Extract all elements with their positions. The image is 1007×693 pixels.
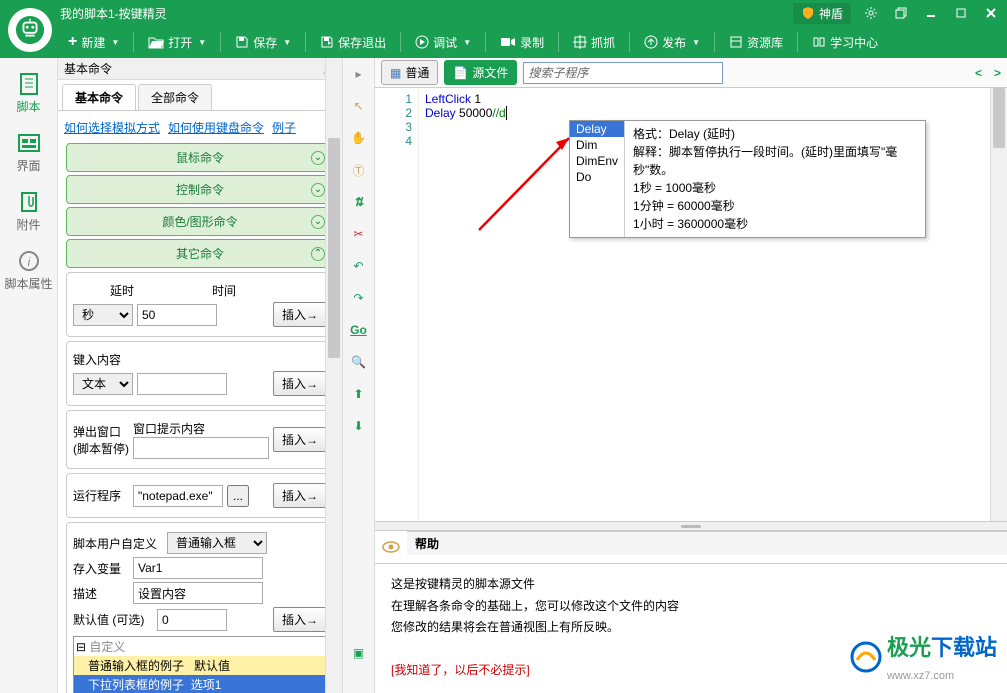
- cat-control[interactable]: 控制命令⌄: [66, 175, 334, 204]
- tab-normal-view[interactable]: ▦普通: [381, 60, 438, 85]
- close-icon[interactable]: [981, 3, 1001, 23]
- grab-button[interactable]: 抓抓: [565, 30, 623, 55]
- publish-button[interactable]: 发布▼: [636, 30, 708, 55]
- cat-color[interactable]: 颜色/图形命令⌄: [66, 207, 334, 236]
- shield-button[interactable]: 神盾: [793, 3, 851, 24]
- help-body: 这是按键精灵的脚本源文件 在理解各条命令的基础上，您可以修改这个文件的内容 您修…: [375, 563, 1007, 693]
- minimize-icon[interactable]: [921, 3, 941, 23]
- tool-swap-icon[interactable]: ⇅: [349, 192, 369, 212]
- tool-up-icon[interactable]: ⬆: [349, 384, 369, 404]
- var-input[interactable]: [133, 557, 263, 579]
- tool-expand-icon[interactable]: ▸: [349, 64, 369, 84]
- save-button[interactable]: 保存▼: [227, 30, 299, 55]
- insert-popup-button[interactable]: 插入→: [273, 427, 327, 452]
- cat-other[interactable]: 其它命令⌃: [66, 239, 334, 268]
- tool-hand-icon[interactable]: ✋: [349, 128, 369, 148]
- delay-unit-select[interactable]: 秒: [73, 304, 133, 326]
- learn-center-button[interactable]: 学习中心: [804, 30, 886, 55]
- tool-down-icon[interactable]: ⬇: [349, 416, 369, 436]
- record-button[interactable]: 录制: [492, 30, 552, 55]
- save-quit-button[interactable]: 保存退出: [312, 30, 394, 55]
- custom-type-select[interactable]: 普通输入框: [167, 532, 267, 554]
- link-sim-mode[interactable]: 如何选择模拟方式: [64, 119, 160, 136]
- tab-source-view[interactable]: 📄源文件: [444, 60, 517, 85]
- svg-text:i: i: [27, 255, 30, 269]
- main-toolbar: +新建▼ 打开▼ 保存▼ 保存退出 调试▼ 录制 抓抓 发布▼ 资源库 学习中心: [0, 26, 1007, 58]
- nav-script[interactable]: 脚本: [0, 64, 57, 123]
- autocomplete-tooltip: Delay Dim DimEnv Do 格式：Delay (延时) 解释：脚本暂…: [569, 120, 926, 238]
- search-sub-input[interactable]: [523, 62, 723, 84]
- link-keyboard[interactable]: 如何使用键盘命令: [168, 119, 264, 136]
- cat-mouse[interactable]: 鼠标命令⌄: [66, 143, 334, 172]
- editor-scrollbar[interactable]: [990, 88, 1007, 521]
- tool-cut-icon[interactable]: ✂: [349, 224, 369, 244]
- restore-icon[interactable]: [891, 3, 911, 23]
- delay-value-input[interactable]: [137, 304, 217, 326]
- watermark: 极光下载站www.xz7.com: [849, 628, 997, 687]
- nav-attach[interactable]: 附件: [0, 182, 57, 241]
- open-button[interactable]: 打开▼: [140, 30, 214, 55]
- app-logo: [8, 8, 52, 52]
- tab-basic-cmd[interactable]: 基本命令: [62, 84, 136, 110]
- nav-ui[interactable]: 界面: [0, 123, 57, 182]
- panel-scrollbar[interactable]: [325, 58, 342, 693]
- tool-text-icon[interactable]: Ⓣ: [349, 160, 369, 180]
- left-nav: 脚本 界面 附件 i脚本属性: [0, 58, 58, 693]
- browse-button[interactable]: ...: [227, 485, 249, 507]
- new-button[interactable]: +新建▼: [60, 29, 127, 55]
- annotation-arrow: [474, 130, 584, 240]
- help-header: 帮助: [407, 531, 1007, 555]
- group-popup: 弹出窗口(脚本暂停) 窗口提示内容 插入→: [66, 410, 334, 469]
- tab-all-cmd[interactable]: 全部命令: [138, 84, 212, 110]
- group-delay: 延时时间 秒 插入→: [66, 272, 334, 337]
- cmd-header: 基本命令: [64, 60, 112, 77]
- nav-prev-icon[interactable]: <: [975, 66, 982, 80]
- maximize-icon[interactable]: [951, 3, 971, 23]
- tool-record-icon[interactable]: ▣: [349, 643, 369, 663]
- nav-props[interactable]: i脚本属性: [0, 241, 57, 300]
- link-example[interactable]: 例子: [272, 119, 296, 136]
- eye-icon[interactable]: [381, 537, 401, 557]
- debug-button[interactable]: 调试▼: [407, 30, 479, 55]
- window-title: 我的脚本1-按键精灵: [60, 5, 167, 22]
- mid-toolbar: ▸ ↖ ✋ Ⓣ ⇅ ✂ ↶ ↷ Go 🔍 ⬆ ⬇ ▣: [343, 58, 375, 693]
- line-gutter: 1234: [375, 88, 419, 521]
- custom-tree[interactable]: ⊟ 自定义 普通输入框的例子 默认值 下拉列表框的例子 选项1 选项1: [73, 636, 327, 693]
- code-editor[interactable]: LeftClick 1 Delay 50000//d Delay Dim Dim…: [419, 88, 990, 521]
- tool-undo-icon[interactable]: ↶: [349, 256, 369, 276]
- tool-search-icon[interactable]: 🔍: [349, 352, 369, 372]
- settings-icon[interactable]: [861, 3, 881, 23]
- insert-keyin-button[interactable]: 插入→: [273, 371, 327, 396]
- keyin-type-select[interactable]: 文本: [73, 373, 133, 395]
- command-panel: 基本命令📌 基本命令 全部命令 如何选择模拟方式 如何使用键盘命令 例子 鼠标命…: [58, 58, 343, 693]
- editor-area: ▦普通 📄源文件 < > 1234 LeftClick 1 Delay 50000…: [375, 58, 1007, 693]
- group-run: 运行程序 ... 插入→: [66, 473, 334, 518]
- splitter[interactable]: [375, 521, 1007, 531]
- group-custom: 脚本用户自定义普通输入框 存入变量 描述 默认值 (可选)插入→ ⊟ 自定义 普…: [66, 522, 334, 693]
- nav-next-icon[interactable]: >: [994, 66, 1001, 80]
- insert-run-button[interactable]: 插入→: [273, 483, 327, 508]
- tool-go-icon[interactable]: Go: [349, 320, 369, 340]
- run-path-input[interactable]: [133, 485, 223, 507]
- desc-input[interactable]: [133, 582, 263, 604]
- insert-delay-button[interactable]: 插入→: [273, 302, 327, 327]
- tool-cursor-icon[interactable]: ↖: [349, 96, 369, 116]
- group-keyin: 键入内容 文本 插入→: [66, 341, 334, 406]
- tool-redo-icon[interactable]: ↷: [349, 288, 369, 308]
- resource-lib-button[interactable]: 资源库: [721, 30, 791, 55]
- insert-custom-button[interactable]: 插入→: [273, 607, 327, 632]
- popup-hint-input[interactable]: [133, 437, 269, 459]
- keyin-input[interactable]: [137, 373, 227, 395]
- default-input[interactable]: [157, 609, 227, 631]
- autocomplete-list[interactable]: Delay Dim DimEnv Do: [570, 121, 625, 237]
